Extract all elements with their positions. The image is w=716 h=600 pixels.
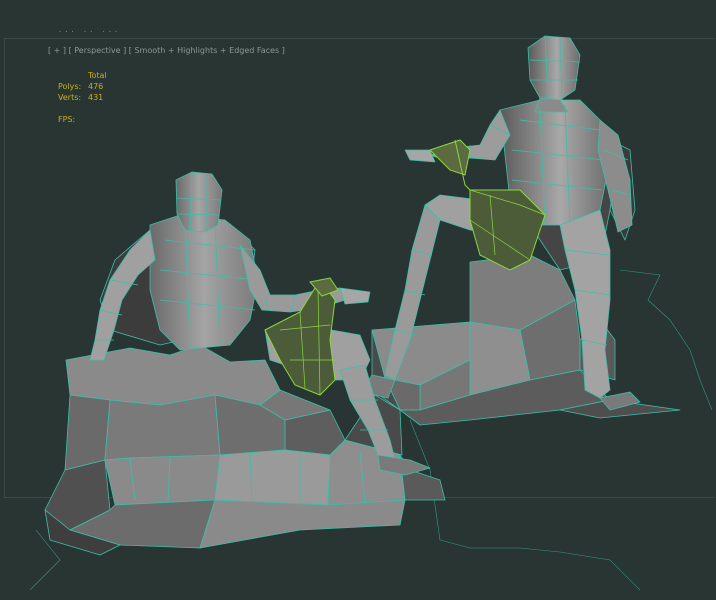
- perspective-viewport[interactable]: ··· ·· ··· [ + ] [ Perspective ] [ Smoot…: [0, 0, 716, 600]
- 3d-scene-render[interactable]: [0, 0, 716, 600]
